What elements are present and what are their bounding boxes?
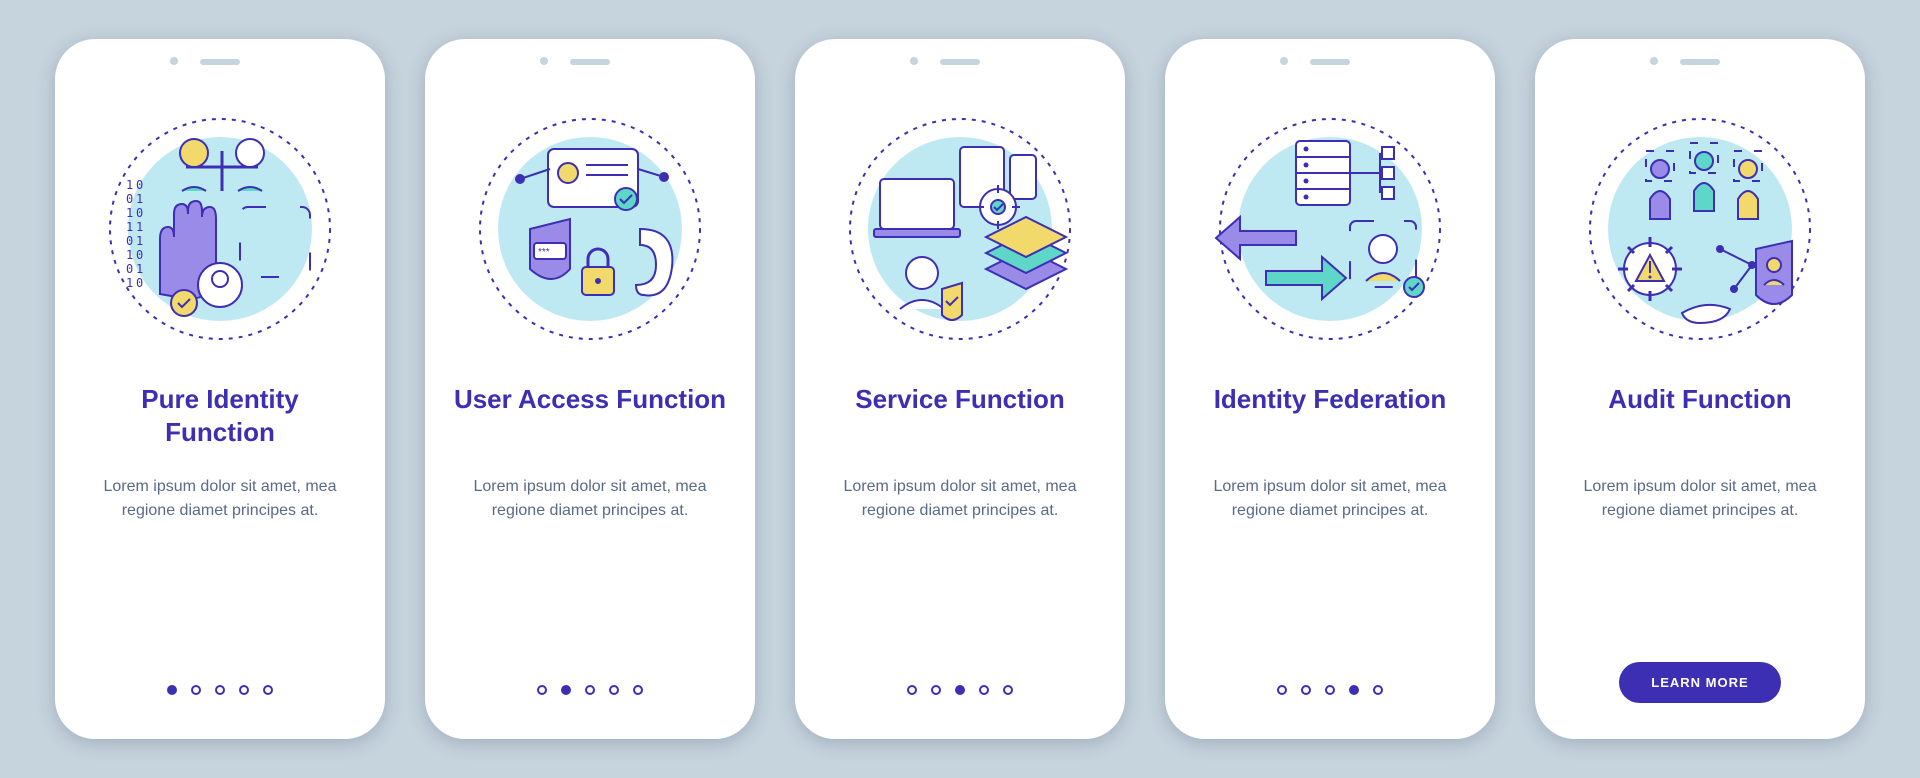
svg-text:0: 0 <box>126 192 133 206</box>
svg-text:1: 1 <box>136 234 143 248</box>
user-access-icon: *** <box>460 99 720 359</box>
screen-title: Pure Identity Function <box>83 383 357 451</box>
dot-3[interactable] <box>585 685 595 695</box>
screen-description: Lorem ipsum dolor sit amet, mea regione … <box>1193 475 1467 523</box>
dot-1[interactable] <box>167 685 177 695</box>
pagination-dots <box>537 685 643 695</box>
onboarding-screen-4: Identity Federation Lorem ipsum dolor si… <box>1165 39 1495 739</box>
svg-text:0: 0 <box>136 276 143 290</box>
dot-2[interactable] <box>931 685 941 695</box>
service-layers-icon <box>830 99 1090 359</box>
pagination-dots <box>907 685 1013 695</box>
screen-description: Lorem ipsum dolor sit amet, mea regione … <box>823 475 1097 523</box>
dot-2[interactable] <box>191 685 201 695</box>
dot-3[interactable] <box>1325 685 1335 695</box>
onboarding-screen-2: *** User Access Function Lorem ipsum dol… <box>425 39 755 739</box>
onboarding-screen-1: 10 01 10 11 01 10 01 10 <box>55 39 385 739</box>
screen-title: Service Function <box>855 383 1065 451</box>
onboarding-screen-5: Audit Function Lorem ipsum dolor sit ame… <box>1535 39 1865 739</box>
pagination-dots <box>1277 685 1383 695</box>
dot-4[interactable] <box>979 685 989 695</box>
svg-text:0: 0 <box>136 178 143 192</box>
screen-title: Identity Federation <box>1214 383 1447 451</box>
screen-title: Audit Function <box>1608 383 1791 451</box>
svg-text:1: 1 <box>126 178 133 192</box>
dot-1[interactable] <box>537 685 547 695</box>
dot-5[interactable] <box>1003 685 1013 695</box>
dot-1[interactable] <box>907 685 917 695</box>
dot-4[interactable] <box>1349 685 1359 695</box>
svg-text:0: 0 <box>126 262 133 276</box>
dot-4[interactable] <box>239 685 249 695</box>
svg-text:1: 1 <box>126 220 133 234</box>
svg-text:1: 1 <box>136 262 143 276</box>
svg-text:1: 1 <box>136 192 143 206</box>
screen-description: Lorem ipsum dolor sit amet, mea regione … <box>1563 475 1837 523</box>
federation-arrows-icon <box>1200 99 1460 359</box>
dot-3[interactable] <box>955 685 965 695</box>
pagination-dots <box>167 685 273 695</box>
screen-description: Lorem ipsum dolor sit amet, mea regione … <box>83 475 357 523</box>
screen-title: User Access Function <box>454 383 726 451</box>
dot-2[interactable] <box>1301 685 1311 695</box>
dot-3[interactable] <box>215 685 225 695</box>
dot-5[interactable] <box>1373 685 1383 695</box>
svg-text:***: *** <box>538 247 550 258</box>
dot-5[interactable] <box>633 685 643 695</box>
learn-more-button[interactable]: LEARN MORE <box>1619 662 1780 703</box>
svg-text:0: 0 <box>136 206 143 220</box>
identity-biometric-icon: 10 01 10 11 01 10 01 10 <box>90 99 350 359</box>
svg-text:1: 1 <box>126 248 133 262</box>
svg-text:1: 1 <box>136 220 143 234</box>
dot-2[interactable] <box>561 685 571 695</box>
dot-1[interactable] <box>1277 685 1287 695</box>
dot-5[interactable] <box>263 685 273 695</box>
onboarding-screen-3: Service Function Lorem ipsum dolor sit a… <box>795 39 1125 739</box>
svg-text:1: 1 <box>126 276 133 290</box>
audit-shield-icon <box>1570 99 1830 359</box>
svg-text:0: 0 <box>126 234 133 248</box>
svg-text:1: 1 <box>126 206 133 220</box>
screen-description: Lorem ipsum dolor sit amet, mea regione … <box>453 475 727 523</box>
dot-4[interactable] <box>609 685 619 695</box>
svg-text:0: 0 <box>136 248 143 262</box>
